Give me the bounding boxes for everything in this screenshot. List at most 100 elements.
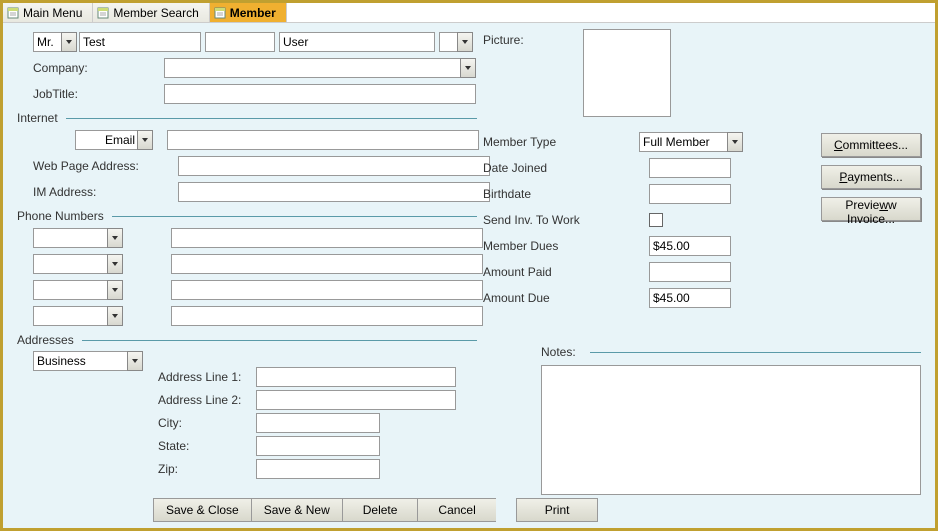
divider <box>66 118 477 119</box>
webpage-row: Web Page Address: <box>33 155 921 177</box>
birthdate-label: Birthdate <box>483 187 603 201</box>
internet-type-input[interactable] <box>75 130 137 150</box>
due-label: Amount Due <box>483 291 603 305</box>
tab-label: Member <box>230 6 276 20</box>
dropdown-icon[interactable] <box>107 228 123 248</box>
save-close-button[interactable]: Save & Close <box>153 498 251 522</box>
tab-main-menu[interactable]: Main Menu <box>3 3 93 22</box>
birthdate-input[interactable] <box>649 184 731 204</box>
form-body: Company: JobTitle: Picture: Internet <box>3 23 935 528</box>
addr-line1-input[interactable] <box>256 367 456 387</box>
phone-type-input[interactable] <box>33 254 107 274</box>
tab-bar: Main Menu Member Search Member <box>3 3 935 23</box>
company-row: Company: <box>33 57 921 79</box>
section-title: Phone Numbers <box>17 209 104 223</box>
name-row <box>33 31 921 53</box>
dues-input[interactable] <box>649 236 731 256</box>
first-name-input[interactable] <box>79 32 201 52</box>
jobtitle-input[interactable] <box>164 84 476 104</box>
member-type-input[interactable] <box>639 132 727 152</box>
phone-row-0 <box>33 227 921 249</box>
dropdown-icon[interactable] <box>61 32 77 52</box>
state-input[interactable] <box>256 436 380 456</box>
dropdown-icon[interactable] <box>727 132 743 152</box>
im-row: IM Address: <box>33 181 921 203</box>
im-label: IM Address: <box>33 185 158 199</box>
company-combo[interactable] <box>164 58 476 78</box>
dropdown-icon[interactable] <box>137 130 153 150</box>
dropdown-icon[interactable] <box>107 254 123 274</box>
save-new-button[interactable]: Save & New <box>251 498 342 522</box>
phone-type-input[interactable] <box>33 306 107 326</box>
phone-number-input[interactable] <box>171 228 483 248</box>
tab-label: Member Search <box>113 6 198 20</box>
committees-button[interactable]: Committees... <box>821 133 921 157</box>
divider <box>112 216 477 217</box>
cancel-button[interactable]: Cancel <box>417 498 495 522</box>
member-info: Member Type Date Joined Birthdate Send I… <box>483 131 743 313</box>
notes-box <box>541 365 921 498</box>
window-frame: Main Menu Member Search Member <box>0 0 938 531</box>
webpage-input[interactable] <box>178 156 490 176</box>
suffix-combo[interactable] <box>439 32 473 52</box>
suffix-input[interactable] <box>439 32 457 52</box>
paid-input[interactable] <box>649 262 731 282</box>
date-joined-label: Date Joined <box>483 161 603 175</box>
city-input[interactable] <box>256 413 380 433</box>
phone-number-input[interactable] <box>171 280 483 300</box>
im-input[interactable] <box>178 182 490 202</box>
tab-member[interactable]: Member <box>210 3 287 22</box>
company-input[interactable] <box>164 58 460 78</box>
notes-header: Notes: <box>541 345 921 359</box>
payments-button[interactable]: Payments... <box>821 165 921 189</box>
due-input[interactable] <box>649 288 731 308</box>
dropdown-icon[interactable] <box>127 351 143 371</box>
last-name-input[interactable] <box>279 32 435 52</box>
phone-type-combo[interactable] <box>33 306 123 326</box>
internet-section-header: Internet <box>17 111 477 125</box>
dues-label: Member Dues <box>483 239 603 253</box>
dropdown-icon[interactable] <box>460 58 476 78</box>
zip-label: Zip: <box>158 462 250 476</box>
zip-input[interactable] <box>256 459 380 479</box>
preview-invoice-button[interactable]: Previeww Invoice... <box>821 197 921 221</box>
dropdown-icon[interactable] <box>457 32 473 52</box>
date-joined-input[interactable] <box>649 158 731 178</box>
address-type-combo[interactable] <box>33 351 143 371</box>
tab-member-search[interactable]: Member Search <box>93 3 209 22</box>
phone-type-combo[interactable] <box>33 228 123 248</box>
internet-type-combo[interactable] <box>75 130 153 150</box>
phone-type-combo[interactable] <box>33 254 123 274</box>
delete-button[interactable]: Delete <box>342 498 418 522</box>
phone-type-input[interactable] <box>33 228 107 248</box>
picture-box[interactable] <box>583 29 671 117</box>
state-label: State: <box>158 439 250 453</box>
city-label: City: <box>158 416 250 430</box>
internet-value-input[interactable] <box>167 130 479 150</box>
dropdown-icon[interactable] <box>107 280 123 300</box>
title-combo[interactable] <box>33 32 77 52</box>
picture-label: Picture: <box>483 33 524 47</box>
company-label: Company: <box>33 61 158 75</box>
bottom-buttons: Save & Close Save & New Delete Cancel Pr… <box>153 498 598 522</box>
section-title: Addresses <box>17 333 74 347</box>
divider <box>82 340 477 341</box>
jobtitle-row: JobTitle: <box>33 83 921 105</box>
title-input[interactable] <box>33 32 61 52</box>
notes-textarea[interactable] <box>541 365 921 495</box>
phone-type-combo[interactable] <box>33 280 123 300</box>
print-button[interactable]: Print <box>516 498 599 522</box>
phone-number-input[interactable] <box>171 306 483 326</box>
phone-row-2 <box>33 279 921 301</box>
phone-number-input[interactable] <box>171 254 483 274</box>
tab-label: Main Menu <box>23 6 82 20</box>
middle-name-input[interactable] <box>205 32 275 52</box>
addr-line2-label: Address Line 2: <box>158 393 250 407</box>
address-type-input[interactable] <box>33 351 127 371</box>
sendinv-checkbox[interactable] <box>649 213 663 227</box>
phone-type-input[interactable] <box>33 280 107 300</box>
member-type-combo[interactable] <box>639 132 743 152</box>
addr-line2-input[interactable] <box>256 390 456 410</box>
dropdown-icon[interactable] <box>107 306 123 326</box>
addr-line1-label: Address Line 1: <box>158 370 250 384</box>
